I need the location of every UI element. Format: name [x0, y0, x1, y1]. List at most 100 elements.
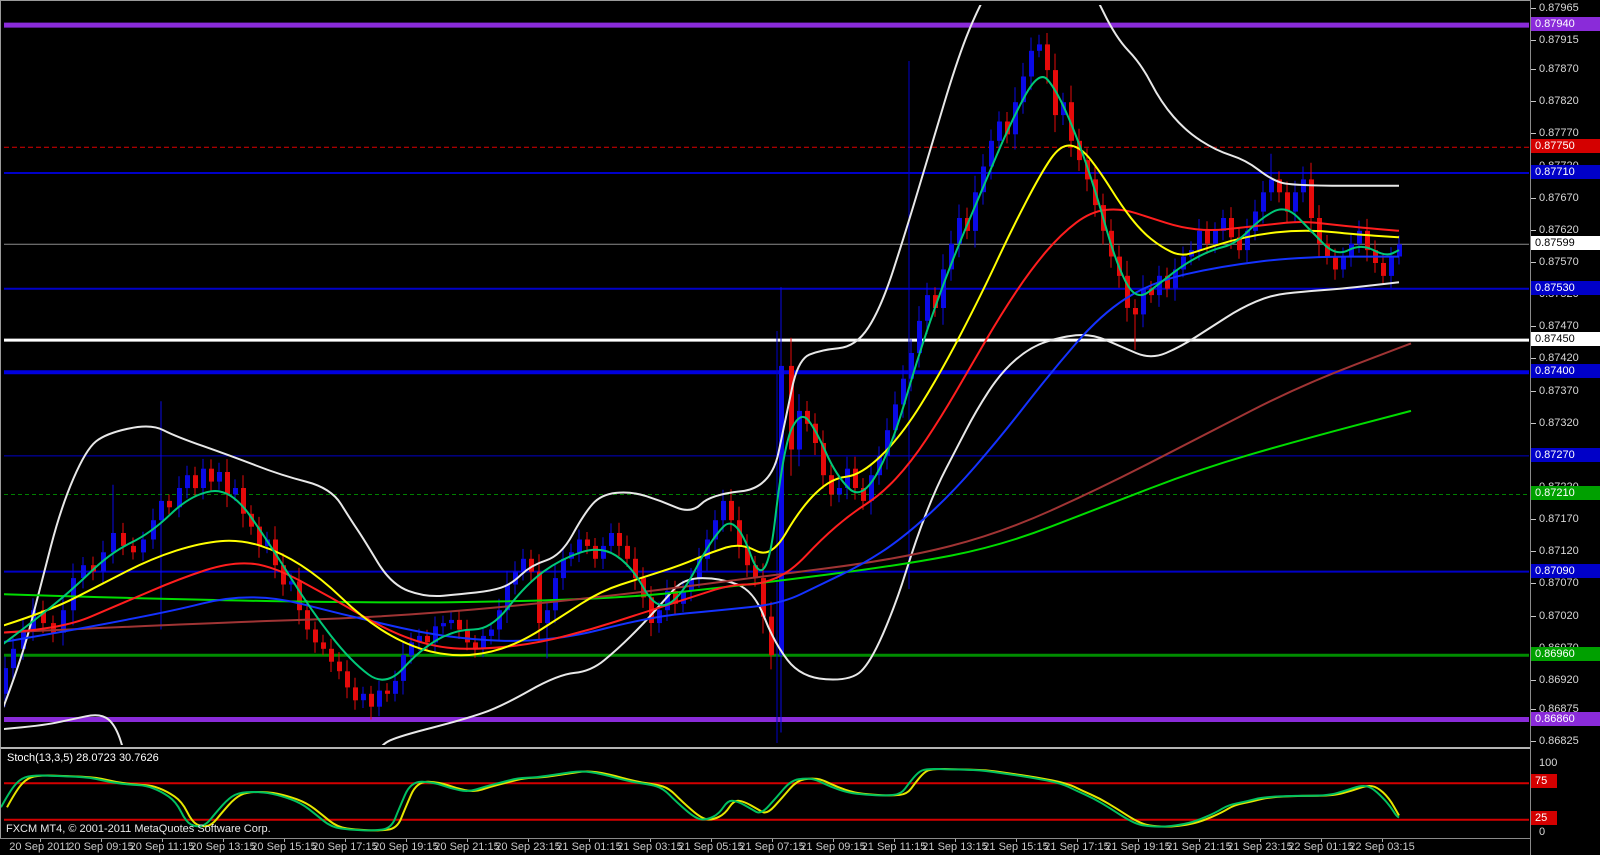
stoch-level-label: 75: [1531, 774, 1557, 788]
price-tick-dash: [1531, 69, 1536, 70]
price-tick-label: 0.87915: [1539, 34, 1579, 46]
time-label: 21 Sep 07:15: [739, 841, 805, 853]
candle-down: [1333, 256, 1338, 270]
stochastic-indicator-label: Stoch(13,3,5) 28.0723 30.7626: [7, 752, 159, 764]
price-tick-dash: [1531, 40, 1536, 41]
candle-up: [159, 500, 164, 521]
candle-up: [601, 545, 606, 559]
candle-up: [577, 539, 582, 553]
price-line-label: 0.87400: [1531, 364, 1600, 378]
candle-up: [1341, 256, 1346, 270]
mt4-chart-window: Stoch(13,3,5) 28.0723 30.7626 20 Sep 201…: [0, 0, 1600, 855]
candle-down: [313, 629, 318, 643]
candle-down: [425, 635, 430, 643]
price-tick-label: 0.87570: [1539, 256, 1579, 268]
candle-up: [561, 558, 566, 579]
time-label: 21 Sep 13:15: [922, 841, 988, 853]
candle-up: [779, 365, 784, 656]
candle-up: [361, 693, 366, 701]
candle-up: [141, 539, 146, 553]
price-line-label: 0.87450: [1531, 332, 1600, 346]
candle-down: [1133, 308, 1138, 315]
time-label: 20 Sep 2011: [9, 841, 71, 853]
copyright-text: FXCM MT4, © 2001-2011 MetaQuotes Softwar…: [6, 823, 271, 835]
candle-up: [233, 488, 238, 495]
price-tick-label: 0.87170: [1539, 513, 1579, 525]
price-line-label: 0.87210: [1531, 486, 1600, 500]
candle-down: [345, 671, 350, 688]
price-tick-dash: [1531, 198, 1536, 199]
time-label: 20 Sep 19:15: [373, 841, 439, 853]
vertical-lines: [776, 61, 910, 743]
candle-up: [441, 623, 446, 627]
time-label: 21 Sep 09:15: [800, 841, 866, 853]
candle-down: [121, 533, 126, 546]
price-tick-label: 0.87070: [1539, 577, 1579, 589]
candle-down: [369, 693, 374, 707]
price-tick-label: 0.87320: [1539, 417, 1579, 429]
time-label: 21 Sep 19:15: [1105, 841, 1171, 853]
price-axis[interactable]: 0.879650.879150.878700.878200.877700.877…: [1530, 0, 1600, 855]
candle-up: [11, 648, 16, 669]
price-tick-dash: [1531, 326, 1536, 327]
candle-up: [837, 488, 842, 495]
price-tick-dash: [1531, 133, 1536, 134]
candle-up: [201, 468, 206, 488]
price-chart-pane[interactable]: [0, 0, 1530, 747]
price-tick-label: 0.87965: [1539, 2, 1579, 14]
candle-down: [853, 468, 858, 488]
candle-up: [545, 610, 550, 624]
stoch-level-label: 25: [1531, 811, 1557, 825]
candle-down: [465, 629, 470, 643]
price-line-label: 0.87750: [1531, 139, 1600, 153]
candle-down: [1045, 44, 1050, 71]
stoch-scale-label: 100: [1539, 757, 1558, 769]
stoch-percent-k-line: [1, 767, 1400, 832]
bollinger-lower: [4, 281, 1400, 745]
candle-down: [537, 571, 542, 623]
price-tick-dash: [1531, 583, 1536, 584]
price-line-label: 0.87710: [1531, 165, 1600, 179]
price-line-label: 0.87530: [1531, 281, 1600, 295]
price-line-label: 0.86860: [1531, 712, 1600, 726]
candle-up: [553, 578, 558, 611]
candle-up: [925, 295, 930, 321]
time-label: 22 Sep 03:15: [1349, 841, 1415, 853]
price-line-label: 0.87090: [1531, 564, 1600, 578]
candle-up: [449, 619, 454, 624]
sma-lime-long: [4, 409, 1412, 604]
time-label: 21 Sep 21:15: [1166, 841, 1232, 853]
candle-up: [1269, 179, 1274, 193]
price-tick-dash: [1531, 741, 1536, 742]
candle-down: [617, 533, 622, 546]
price-tick-dash: [1531, 230, 1536, 231]
price-tick-dash: [1531, 358, 1536, 359]
price-tick-label: 0.86825: [1539, 735, 1579, 747]
candle-up: [521, 558, 526, 572]
candle-up: [1261, 192, 1266, 212]
price-tick-dash: [1531, 262, 1536, 263]
candle-up: [111, 533, 116, 553]
candle-down: [1205, 230, 1210, 244]
horizontal-levels: [4, 22, 1529, 722]
time-axis[interactable]: 20 Sep 2011 20 Sep 09:15 20 Sep 11:15 20 Se…: [0, 838, 1530, 855]
stoch-percent-d-line: [6, 767, 1400, 832]
candle-down: [167, 500, 172, 508]
price-tick-label: 0.87820: [1539, 95, 1579, 107]
candle-up: [1293, 192, 1298, 212]
candle-down: [829, 475, 834, 495]
candle-up: [997, 121, 1002, 141]
price-chart-canvas: [4, 5, 1529, 745]
stochastic-d-value: 30.7626: [118, 752, 159, 764]
candle-up: [217, 472, 222, 482]
price-tick-label: 0.86920: [1539, 674, 1579, 686]
candle-down: [1381, 263, 1386, 276]
time-label: 21 Sep 15:15: [983, 841, 1049, 853]
price-tick-dash: [1531, 519, 1536, 520]
candle-up: [71, 578, 76, 611]
candle-down: [225, 472, 230, 495]
ema-red-mid: [4, 208, 1400, 650]
candle-up: [1037, 44, 1042, 51]
price-tick-label: 0.87620: [1539, 224, 1579, 236]
price-line-label: 0.86960: [1531, 647, 1600, 661]
